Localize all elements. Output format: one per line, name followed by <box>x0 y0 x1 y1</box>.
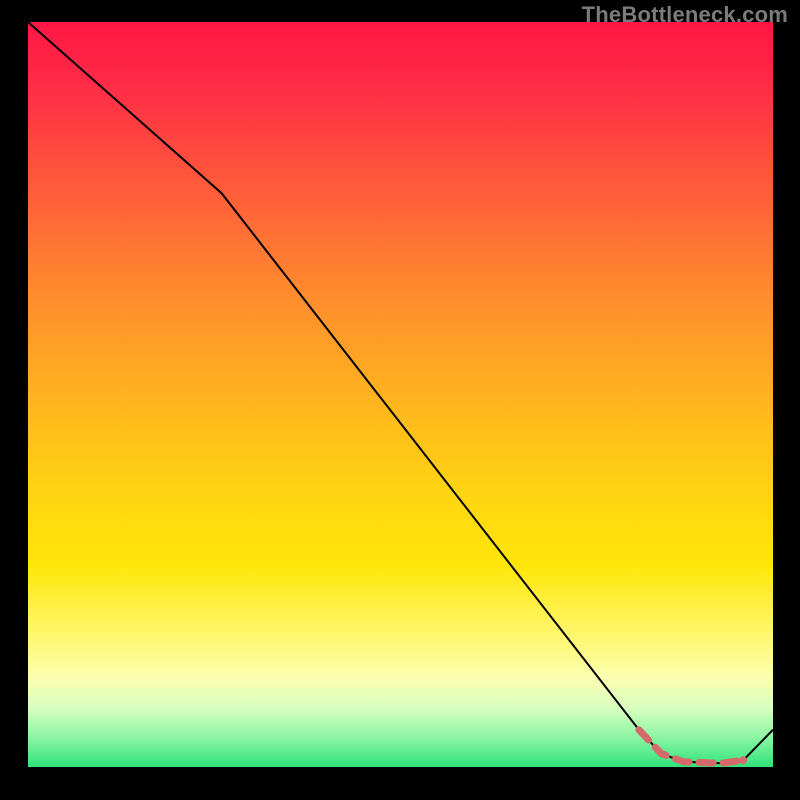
chart-background-gradient <box>28 22 773 767</box>
optimal-zone-endpoint <box>739 756 747 764</box>
chart-svg <box>0 0 800 800</box>
chart-stage: TheBottleneck.com <box>0 0 800 800</box>
